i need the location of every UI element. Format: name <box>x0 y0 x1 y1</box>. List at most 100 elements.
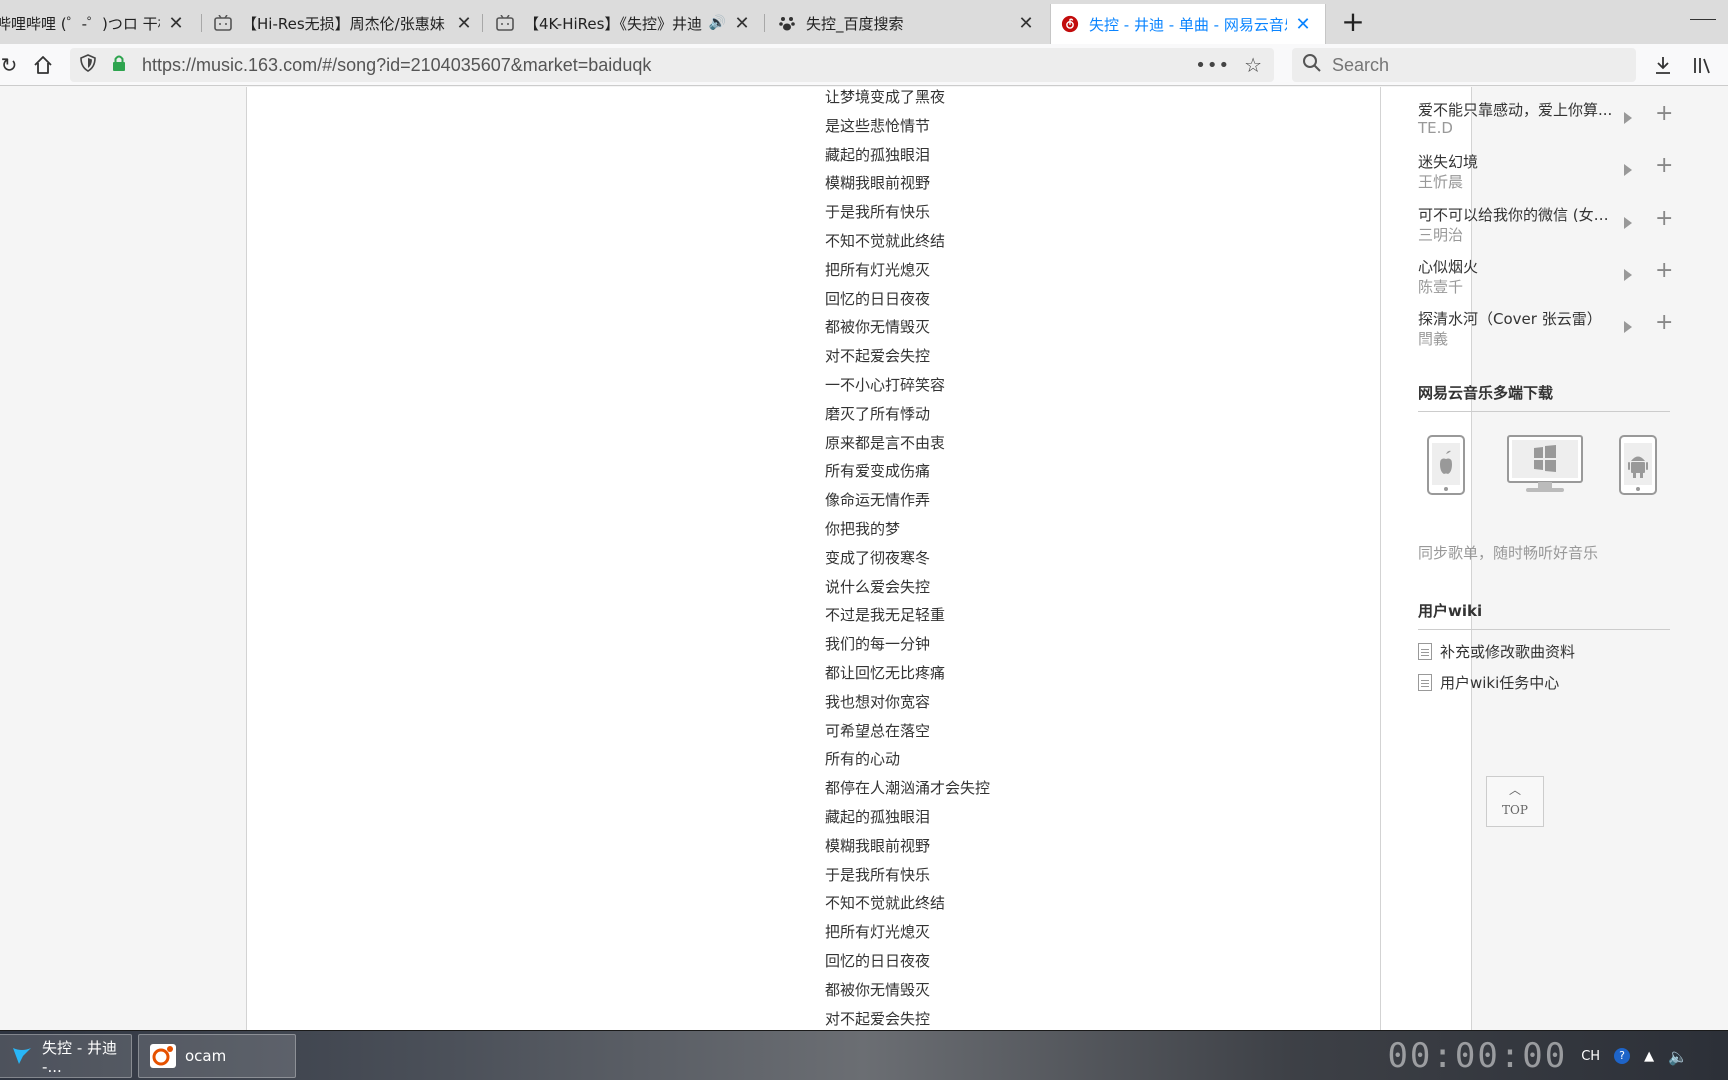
url-text[interactable]: https://music.163.com/#/song?id=21040356… <box>142 55 1195 76</box>
add-icon[interactable]: + <box>1655 312 1673 334</box>
lyric-line: 原来都是言不由衷 <box>825 433 946 452</box>
netease-music-icon <box>1061 15 1079 33</box>
similar-song-name[interactable]: 心似烟火 <box>1418 256 1614 277</box>
taskbar-item-label: 失控 - 井迪 -... <box>42 1038 117 1076</box>
song-page-content: 让梦境变成了黑夜 是这些悲怆情节 藏起的孤独眼泪 模糊我眼前视野 于是我所有快乐 不知不觉… <box>246 87 1673 1030</box>
similar-song-name[interactable]: 爱不能只靠感动，爱上你算... <box>1418 99 1614 120</box>
lyric-line: 磨灭了所有悸动 <box>825 404 931 423</box>
add-icon[interactable]: + <box>1655 103 1673 125</box>
document-icon <box>1418 673 1432 691</box>
search-input[interactable] <box>1332 54 1612 76</box>
user-wiki-section: 用户wiki 补充或修改歌曲资料 用户wiki任务中心 <box>1418 600 1670 692</box>
play-icon[interactable] <box>1624 216 1632 229</box>
speaker-icon[interactable]: 🔊 <box>709 15 726 31</box>
lyric-line: 变成了彻夜寒冬 <box>825 548 931 567</box>
tray-expand-icon[interactable]: ▲ <box>1644 1049 1654 1064</box>
apple-icon[interactable] <box>1426 434 1466 500</box>
lyric-line: 把所有灯光熄灭 <box>825 260 931 279</box>
download-description: 同步歌单，随时畅听好音乐 <box>1418 544 1599 562</box>
volume-icon[interactable]: 🔈 <box>1668 1047 1688 1066</box>
library-icon[interactable] <box>1688 50 1718 80</box>
similar-song-name[interactable]: 可不可以给我你的微信 (女版) <box>1418 204 1614 225</box>
lyric-line: 所有的心动 <box>825 750 901 769</box>
lyric-line: 于是我所有快乐 <box>825 865 931 884</box>
browser-app-icon <box>9 1042 34 1070</box>
bookmark-star-icon[interactable]: ☆ <box>1244 53 1262 77</box>
wiki-item-label[interactable]: 用户wiki任务中心 <box>1440 672 1559 693</box>
wiki-item-label[interactable]: 补充或修改歌曲资料 <box>1440 641 1575 662</box>
user-wiki-title: 用户wiki <box>1418 600 1670 630</box>
tab-title: 【4K-HiRes】《失控》井迪 <box>524 14 702 33</box>
home-icon[interactable] <box>28 50 58 80</box>
similar-song-artist[interactable]: 王忻晨 <box>1418 171 1463 192</box>
lyric-line: 模糊我眼前视野 <box>825 174 931 193</box>
close-icon[interactable]: ✕ <box>166 13 186 34</box>
similar-song-name[interactable]: 探清水河（Cover 张云雷） <box>1418 308 1614 329</box>
close-icon[interactable]: ✕ <box>732 13 752 34</box>
download-section-title: 网易云音乐多端下载 <box>1418 382 1670 412</box>
play-icon[interactable] <box>1624 112 1632 124</box>
caret-up-icon: ︿ <box>1508 783 1521 797</box>
lyric-line: 回忆的日日夜夜 <box>825 289 931 308</box>
shield-icon[interactable] <box>80 54 98 76</box>
similar-song-artist[interactable]: 三明治 <box>1418 224 1463 245</box>
page-actions-icon[interactable]: ••• <box>1195 55 1230 76</box>
close-icon[interactable]: ✕ <box>1016 13 1036 34</box>
reload-icon[interactable]: ↻ <box>0 50 24 80</box>
play-icon[interactable] <box>1624 321 1632 334</box>
lyrics-block: 让梦境变成了黑夜 是这些悲怆情节 藏起的孤独眼泪 模糊我眼前视野 于是我所有快乐 不知不觉… <box>825 87 1245 1030</box>
lyric-line: 回忆的日日夜夜 <box>825 951 931 970</box>
similar-song-item: 可不可以给我你的微信 (女版) 三明治 + <box>1418 192 1673 245</box>
lyric-line: 都停在人潮汹涌才会失控 <box>825 779 991 798</box>
taskbar-item-browser[interactable]: 失控 - 井迪 -... <box>0 1034 132 1078</box>
lyric-line: 把所有灯光熄灭 <box>825 923 931 942</box>
wiki-task-center-link[interactable]: 用户wiki任务中心 <box>1418 672 1670 692</box>
lyric-line: 我们的每一分钟 <box>825 635 931 654</box>
lyric-line: 不知不觉就此终结 <box>825 231 946 250</box>
page-viewport[interactable]: 让梦境变成了黑夜 是这些悲怆情节 藏起的孤独眼泪 模糊我眼前视野 于是我所有快乐 不知不觉… <box>0 87 1728 1030</box>
windows-taskbar: 失控 - 井迪 -... ocam 00:00:00 CH ? ▲ 🔈 <box>0 1030 1728 1080</box>
back-to-top-button[interactable]: ︿ TOP <box>1486 776 1544 827</box>
wiki-edit-song-info-link[interactable]: 补充或修改歌曲资料 <box>1418 641 1670 661</box>
add-icon[interactable]: + <box>1655 259 1673 282</box>
help-icon[interactable]: ? <box>1614 1048 1631 1064</box>
play-icon[interactable] <box>1624 164 1632 177</box>
search-bar[interactable] <box>1292 48 1636 82</box>
close-icon[interactable]: ✕ <box>1293 14 1313 35</box>
tab-title: 失控_百度搜索 <box>806 14 904 33</box>
play-icon[interactable] <box>1624 268 1632 281</box>
bilibili-tv-icon <box>214 14 232 32</box>
taskbar-item-ocam[interactable]: ocam <box>138 1034 296 1078</box>
close-icon[interactable]: ✕ <box>454 13 474 34</box>
similar-song-artist[interactable]: TE.D <box>1418 119 1453 137</box>
tab-separator <box>201 14 202 32</box>
input-language-indicator[interactable]: CH <box>1581 1049 1600 1064</box>
windows-icon[interactable] <box>1506 434 1584 500</box>
browser-tab-bar: 哔哩哔哩 (゜-゜)つロ 干杯~-bilibili ✕ 【Hi-Res无损】周杰… <box>0 0 1728 44</box>
lyric-line: 说什么爱会失控 <box>825 577 931 596</box>
add-icon[interactable]: + <box>1655 155 1673 177</box>
lock-icon[interactable] <box>112 54 128 76</box>
lyric-line: 都被你无情毁灭 <box>825 318 931 337</box>
similar-song-artist[interactable]: 陈壹千 <box>1418 276 1463 297</box>
bilibili-tv-icon <box>496 14 514 32</box>
tab-hires[interactable]: 【Hi-Res无损】周杰伦/张惠妹 ✕ <box>214 8 474 38</box>
tab-baidu-search[interactable]: 失控_百度搜索 ✕ <box>778 8 1036 38</box>
url-bar[interactable]: https://music.163.com/#/song?id=21040356… <box>70 48 1274 82</box>
android-icon[interactable] <box>1618 434 1658 500</box>
similar-song-artist[interactable]: 閆義 <box>1418 328 1448 349</box>
recording-timer: 00:00:00 <box>1387 1036 1568 1076</box>
downloads-icon[interactable] <box>1648 50 1678 80</box>
tab-bilibili[interactable]: 哔哩哔哩 (゜-゜)つロ 干杯~-bilibili ✕ <box>0 8 186 38</box>
add-icon[interactable]: + <box>1655 207 1673 230</box>
minimize-window-button[interactable] <box>1690 4 1716 20</box>
tab-4k-hires[interactable]: 【4K-HiRes】《失控》井迪 🔊 ✕ <box>496 8 752 38</box>
lyric-line: 我也想对你宽容 <box>825 692 931 711</box>
download-platforms <box>1418 434 1670 514</box>
new-tab-button[interactable]: + <box>1338 6 1368 40</box>
tab-netease-song[interactable]: 失控 - 井迪 - 单曲 - 网易云音乐 ✕ <box>1050 4 1326 44</box>
lyric-line: 不过是我无足轻重 <box>825 606 946 625</box>
taskbar-item-label: ocam <box>185 1047 227 1065</box>
lyric-line: 不知不觉就此终结 <box>825 894 946 913</box>
similar-song-name[interactable]: 迷失幻境 <box>1418 151 1614 172</box>
